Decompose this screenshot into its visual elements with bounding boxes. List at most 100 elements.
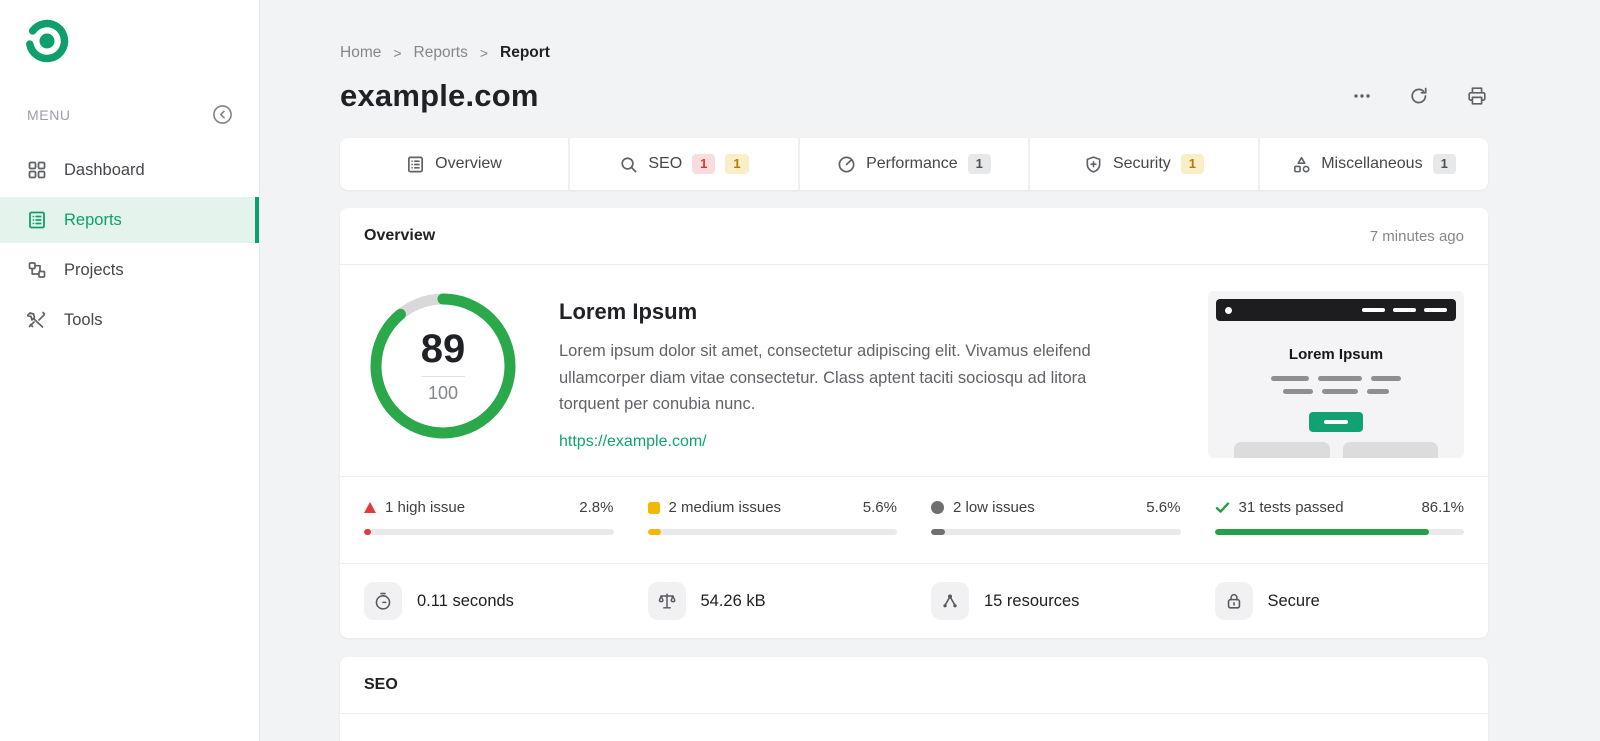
tab-miscellaneous[interactable]: Miscellaneous 1 [1258, 138, 1488, 190]
site-score-gauge: 89 100 [368, 291, 518, 441]
chevron-right-icon: > [393, 45, 402, 61]
metric-load-time: 0.11 seconds [364, 582, 614, 620]
menu-label: MENU [27, 106, 71, 123]
tools-icon [27, 310, 47, 330]
stat-percent: 5.6% [1146, 499, 1181, 516]
refresh-icon[interactable] [1408, 85, 1430, 107]
progress-track [1214, 529, 1464, 535]
tab-label: Miscellaneous [1321, 155, 1423, 172]
metric-page-size: 54.26 kB [647, 582, 898, 620]
progress-fill [1214, 529, 1430, 535]
report-icon [27, 210, 47, 230]
resources-branch-icon [931, 582, 969, 620]
breadcrumb-report: Report [500, 44, 550, 61]
breadcrumb-reports[interactable]: Reports [414, 44, 468, 62]
stat-label: 31 tests passed [1238, 499, 1344, 516]
site-url-link[interactable]: https://example.com/ [559, 433, 707, 451]
tab-label: Performance [866, 155, 958, 172]
scale-icon [647, 582, 686, 620]
sidebar-item-label: Dashboard [64, 160, 145, 179]
page-title: example.com [340, 78, 539, 113]
metrics-row: 0.11 seconds 54.26 kB 15 resources Secur… [340, 563, 1488, 638]
score-value: 89 [420, 326, 466, 371]
print-icon[interactable] [1466, 85, 1488, 107]
medium-issues-badge: 1 [1180, 154, 1205, 174]
metric-label: 0.11 seconds [417, 591, 514, 610]
issues-badge: 1 [967, 154, 991, 174]
high-issue-triangle-icon [364, 502, 376, 513]
metric-label: 54.26 kB [700, 591, 766, 610]
stopwatch-icon [364, 582, 402, 620]
thumbnail-text-lines [1216, 376, 1456, 381]
app-logo[interactable] [0, 0, 259, 64]
score-max: 100 [427, 382, 459, 403]
stat-percent: 5.6% [862, 499, 897, 516]
medium-issue-square-icon [647, 501, 660, 514]
high-issues-badge: 1 [692, 154, 716, 174]
progress-fill [364, 529, 371, 535]
overview-card: Overview 7 minutes ago 89 100 Lorem Ipsu… [340, 208, 1488, 638]
tab-security[interactable]: Security 1 [1028, 138, 1258, 190]
sidebar-item-dashboard[interactable]: Dashboard [0, 147, 259, 193]
overview-list-icon [406, 155, 425, 174]
grid-icon [27, 160, 47, 180]
thumbnail-nav-links [1362, 308, 1447, 312]
collapse-sidebar-icon[interactable] [212, 104, 233, 125]
lock-icon [1214, 582, 1253, 620]
sidebar-item-projects[interactable]: Projects [0, 247, 259, 293]
chevron-right-icon: > [479, 45, 489, 61]
issues-summary-row: 1 high issue 2.8% 2 medium issues 5.6% 2… [340, 476, 1488, 563]
stat-high-issues: 1 high issue 2.8% [364, 499, 614, 535]
progress-track [931, 529, 1181, 535]
breadcrumb: Home > Reports > Report [340, 44, 1488, 62]
progress-fill [931, 529, 945, 535]
report-tabs: Overview SEO 1 1 Performance 1 Security … [340, 138, 1488, 190]
projects-hierarchy-icon [27, 260, 47, 280]
section-title: Overview [364, 227, 436, 244]
shapes-icon [1292, 155, 1311, 174]
issues-badge: 1 [1432, 154, 1456, 174]
medium-issues-badge: 1 [725, 154, 749, 174]
tab-overview[interactable]: Overview [340, 138, 568, 190]
check-icon [1215, 500, 1230, 515]
progress-track [364, 529, 614, 535]
progress-fill [647, 529, 662, 535]
tab-label: Overview [435, 155, 502, 172]
sidebar-nav: Dashboard Reports Projects Tools [0, 147, 259, 343]
thumbnail-cards [1234, 442, 1438, 458]
main-content: Home > Reports > Report example.com Over… [260, 0, 1600, 741]
search-icon [619, 155, 638, 174]
sidebar-item-label: Tools [64, 310, 103, 329]
shield-icon [1084, 155, 1103, 174]
metric-label: 15 resources [984, 591, 1080, 610]
thumbnail-text-lines [1216, 389, 1456, 394]
sidebar-item-label: Projects [64, 260, 124, 279]
stat-tests-passed: 31 tests passed 86.1% [1214, 499, 1464, 535]
report-timestamp: 7 minutes ago [1369, 227, 1464, 245]
thumbnail-logo-dot [1225, 306, 1232, 314]
logo-icon [25, 19, 69, 63]
breadcrumb-home[interactable]: Home [340, 44, 381, 62]
metric-resources: 15 resources [931, 582, 1181, 620]
stat-medium-issues: 2 medium issues 5.6% [647, 499, 897, 535]
sidebar-item-label: Reports [64, 210, 122, 229]
stat-label: 2 medium issues [668, 499, 782, 516]
sidebar-item-reports[interactable]: Reports [0, 197, 259, 243]
thumbnail-browser-bar [1216, 299, 1456, 321]
stat-low-issues: 2 low issues 5.6% [931, 499, 1181, 535]
site-thumbnail: Lorem Ipsum [1208, 291, 1464, 458]
site-description: Lorem ipsum dolor sit amet, consectetur … [559, 342, 1091, 414]
site-heading: Lorem Ipsum [559, 299, 698, 324]
thumbnail-cta-button [1309, 412, 1363, 432]
tab-label: Security [1112, 155, 1171, 172]
more-options-icon[interactable] [1352, 86, 1372, 106]
sidebar-item-tools[interactable]: Tools [0, 297, 259, 343]
seo-card: SEO [340, 657, 1488, 741]
metric-security: Secure [1214, 582, 1465, 620]
stat-label: 1 high issue [385, 499, 466, 516]
tab-performance[interactable]: Performance 1 [798, 138, 1028, 190]
thumbnail-heading: Lorem Ipsum [1288, 346, 1384, 363]
tab-seo[interactable]: SEO 1 1 [568, 138, 798, 190]
low-issue-circle-icon [931, 501, 944, 514]
tab-label: SEO [648, 155, 683, 172]
